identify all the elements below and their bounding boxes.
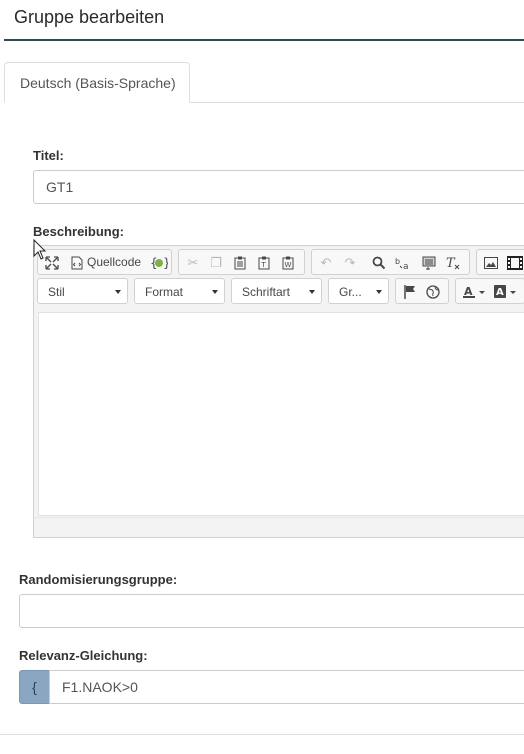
select-all-icon[interactable] bbox=[420, 254, 438, 272]
font-combo-value: Schriftart bbox=[242, 285, 291, 299]
relevance-label: Relevanz-Gleichung: bbox=[19, 648, 148, 663]
edit-group: ↶ ↷ ba T bbox=[311, 249, 470, 275]
paste-icon[interactable] bbox=[231, 254, 249, 272]
source-group: Quellcode {} bbox=[37, 249, 172, 275]
chevron-down-icon bbox=[376, 290, 382, 294]
chevron-down-icon bbox=[115, 290, 121, 294]
page-title: Gruppe bearbeiten bbox=[14, 7, 165, 27]
editor-status-bar bbox=[34, 517, 524, 537]
background-color-icon[interactable]: A bbox=[492, 283, 520, 301]
redo-icon[interactable]: ↷ bbox=[341, 254, 359, 272]
copy-icon[interactable]: ❐ bbox=[207, 254, 225, 272]
svg-text:A: A bbox=[496, 287, 504, 298]
divider bbox=[0, 734, 524, 735]
relevance-input[interactable] bbox=[49, 670, 524, 704]
flag-icon[interactable] bbox=[401, 283, 419, 301]
language-tabs: Deutsch (Basis-Sprache) bbox=[4, 62, 524, 103]
mouse-cursor-icon bbox=[33, 239, 47, 260]
title-input[interactable] bbox=[33, 170, 524, 204]
tab-deutsch[interactable]: Deutsch (Basis-Sprache) bbox=[4, 62, 190, 103]
svg-text:b: b bbox=[395, 257, 400, 266]
source-button[interactable]: Quellcode bbox=[87, 255, 141, 269]
remove-format-icon[interactable]: T bbox=[444, 254, 462, 272]
chevron-down-icon bbox=[212, 290, 218, 294]
svg-text:}: } bbox=[163, 256, 168, 270]
random-group-input[interactable] bbox=[19, 594, 524, 628]
style-combo[interactable]: Stil bbox=[37, 278, 128, 304]
editor-toolbar-row-1: Quellcode {} ✂ ❐ T W ↶ ↷ ba bbox=[34, 246, 524, 276]
undo-icon[interactable]: ↶ bbox=[317, 254, 335, 272]
title-label: Titel: bbox=[33, 148, 64, 163]
editor-content-area[interactable] bbox=[38, 312, 524, 516]
clipboard-group: ✂ ❐ T W bbox=[178, 249, 305, 275]
find-icon[interactable] bbox=[370, 254, 388, 272]
random-group-label: Randomisierungsgruppe: bbox=[19, 572, 178, 587]
size-combo-value: Gr... bbox=[339, 285, 362, 299]
chevron-down-icon bbox=[309, 290, 315, 294]
paste-text-icon[interactable]: T bbox=[255, 254, 273, 272]
paste-word-icon[interactable]: W bbox=[279, 254, 297, 272]
globe-icon[interactable] bbox=[424, 283, 442, 301]
font-combo[interactable]: Schriftart bbox=[231, 278, 322, 304]
size-combo[interactable]: Gr... bbox=[328, 278, 389, 304]
svg-text:T: T bbox=[261, 261, 267, 269]
format-combo-value: Format bbox=[145, 285, 184, 299]
rich-text-editor: Quellcode {} ✂ ❐ T W ↶ ↷ ba bbox=[33, 245, 524, 538]
replace-icon[interactable]: ba bbox=[394, 254, 412, 272]
placeholder-field-icon[interactable]: {} bbox=[150, 254, 168, 272]
source-icon[interactable] bbox=[68, 254, 86, 272]
cut-icon[interactable]: ✂ bbox=[184, 254, 202, 272]
video-icon[interactable] bbox=[506, 254, 524, 272]
flag-group bbox=[395, 278, 449, 304]
svg-text:T: T bbox=[446, 256, 456, 270]
color-group: A A bbox=[455, 278, 524, 304]
svg-text:a: a bbox=[403, 262, 409, 270]
expression-addon-icon: { bbox=[19, 670, 50, 704]
description-label: Beschreibung: bbox=[33, 224, 125, 239]
format-combo[interactable]: Format bbox=[134, 278, 225, 304]
text-color-icon[interactable]: A bbox=[461, 283, 489, 301]
image-icon[interactable] bbox=[482, 254, 500, 272]
page-header: Gruppe bearbeiten bbox=[4, 0, 524, 41]
style-combo-value: Stil bbox=[48, 285, 65, 299]
svg-text:W: W bbox=[285, 261, 292, 269]
media-group bbox=[476, 249, 524, 275]
